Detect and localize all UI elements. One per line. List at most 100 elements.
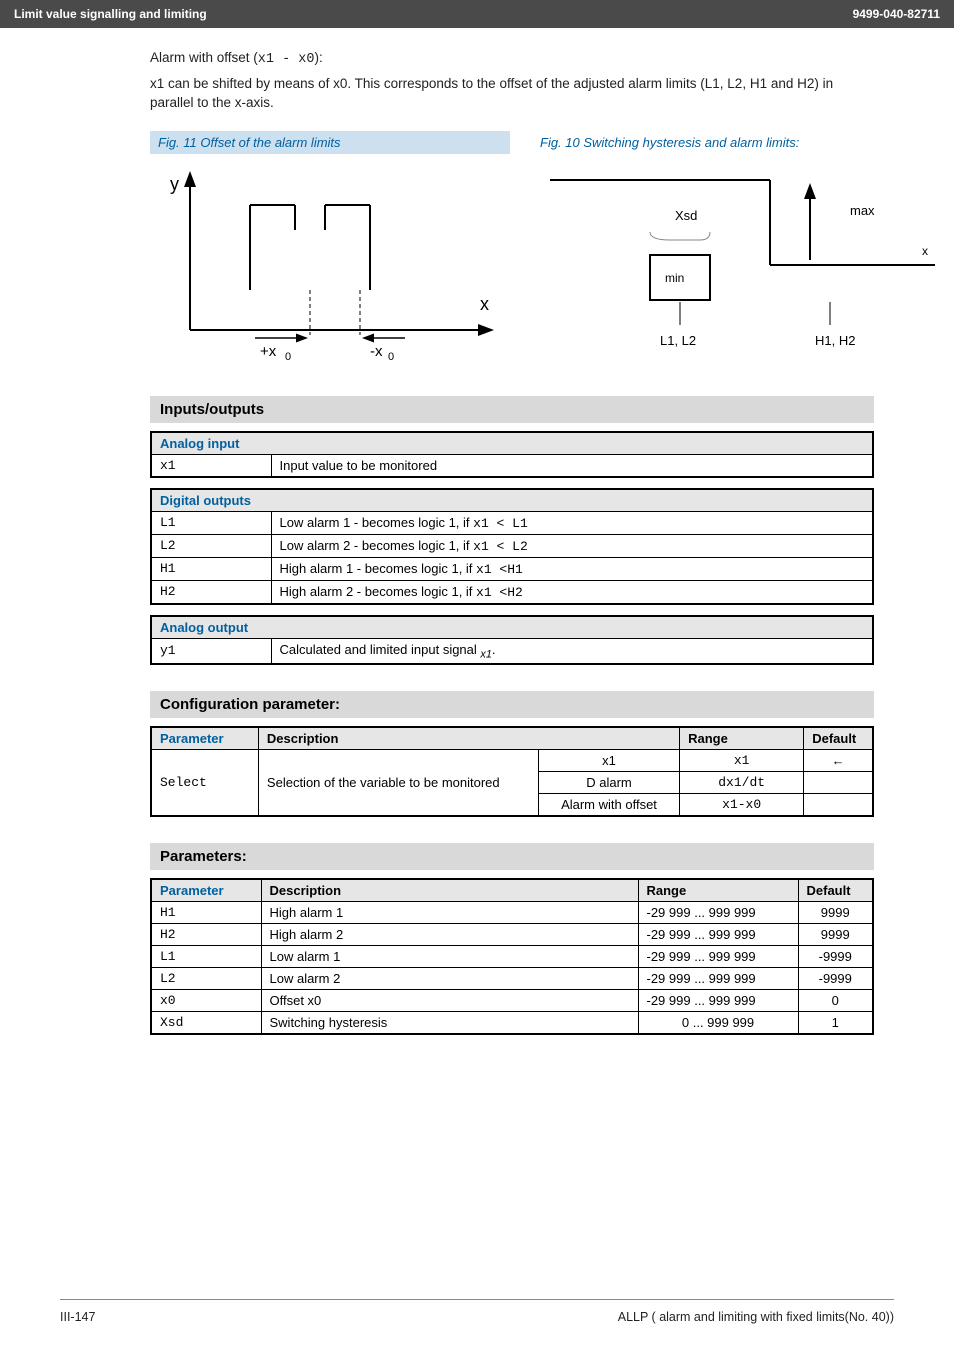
header-right: 9499-040-82711: [853, 7, 940, 21]
do-key-0: L1: [151, 511, 271, 534]
do-key-1: L2: [151, 534, 271, 557]
cfg-def-2: [804, 794, 873, 817]
cfg-param: Select: [151, 750, 258, 817]
pm-key-0: H1: [151, 902, 261, 924]
fig11-plusx: +x: [260, 343, 277, 360]
pm-desc-4: Offset x0: [261, 990, 638, 1012]
cfg-opt-0: x1: [538, 750, 679, 772]
pm-desc-1: High alarm 2: [261, 924, 638, 946]
fig11-minusx: -x: [370, 343, 383, 360]
pm-key-2: L1: [151, 946, 261, 968]
pm-range-4: -29 999 ... 999 999: [638, 990, 798, 1012]
do-cond-1: x1 < L2: [473, 539, 528, 554]
do-key-2: H1: [151, 557, 271, 580]
pm-h-def: Default: [798, 879, 873, 902]
fig10-xsd: Xsd: [675, 208, 697, 223]
cfg-h-desc: Description: [258, 727, 679, 750]
figure-10: Fig. 10 Switching hysteresis and alarm l…: [540, 131, 940, 370]
cfg-h-param: Parameter: [151, 727, 258, 750]
do-pre-3: High alarm 2 - becomes logic 1, if: [280, 584, 477, 599]
do-pre-2: High alarm 1 - becomes logic 1, if: [280, 561, 477, 576]
fig11-zero1: 0: [285, 351, 291, 360]
ao-sub: x1: [480, 648, 491, 660]
fig11-svg: y x +x 0 -x 0: [150, 160, 510, 360]
pm-def-4: 0: [798, 990, 873, 1012]
cfg-desc: Selection of the variable to be monitore…: [258, 750, 538, 817]
fig11-y: y: [170, 174, 179, 194]
cfg-range-2: x1-x0: [680, 794, 804, 817]
do-desc-2: High alarm 1 - becomes logic 1, if x1 <H…: [271, 557, 873, 580]
do-cond-3: x1 <H2: [476, 585, 523, 600]
section-config: Configuration parameter:: [150, 691, 874, 718]
pm-range-0: -29 999 ... 999 999: [638, 902, 798, 924]
table-analog-output: Analog output y1 Calculated and limited …: [150, 615, 874, 666]
intro-line1b: ):: [315, 50, 323, 65]
analog-output-title: Analog output: [151, 616, 873, 639]
fig10-min: min: [665, 271, 684, 285]
cfg-h-range: Range: [680, 727, 804, 750]
pm-range-3: -29 999 ... 999 999: [638, 968, 798, 990]
intro-line1a: Alarm with offset (: [150, 50, 258, 65]
analog-output-desc: Calculated and limited input signal x1.: [271, 638, 873, 664]
digital-outputs-title: Digital outputs: [151, 489, 873, 512]
cfg-opt-2: Alarm with offset: [538, 794, 679, 817]
cfg-def-0: ←: [804, 750, 873, 772]
do-desc-3: High alarm 2 - becomes logic 1, if x1 <H…: [271, 580, 873, 604]
footer-right: ALLP ( alarm and limiting with fixed lim…: [618, 1310, 894, 1324]
fig10-h1h2: H1, H2: [815, 333, 855, 348]
do-key-3: H2: [151, 580, 271, 604]
cfg-h-def: Default: [804, 727, 873, 750]
ao-desc-text: Calculated and limited input signal: [280, 642, 481, 657]
fig10-x: x: [922, 244, 928, 258]
page-header: Limit value signalling and limiting 9499…: [0, 0, 954, 28]
do-cond-0: x1 < L1: [473, 516, 528, 531]
pm-range-2: -29 999 ... 999 999: [638, 946, 798, 968]
table-params: Parameter Description Range Default H1 H…: [150, 878, 874, 1035]
pm-desc-3: Low alarm 2: [261, 968, 638, 990]
fig10-max: max: [850, 203, 875, 218]
pm-h-range: Range: [638, 879, 798, 902]
analog-input-title: Analog input: [151, 432, 873, 455]
table-config: Parameter Description Range Default Sele…: [150, 726, 874, 817]
analog-output-key: y1: [151, 638, 271, 664]
pm-def-1: 9999: [798, 924, 873, 946]
cfg-def-1: [804, 772, 873, 794]
pm-desc-0: High alarm 1: [261, 902, 638, 924]
fig11-zero2: 0: [388, 351, 394, 360]
figure-11: Fig. 11 Offset of the alarm limits y x: [150, 131, 510, 370]
pm-def-3: -9999: [798, 968, 873, 990]
intro-line2: x1 can be shifted by means of x0. This c…: [150, 74, 874, 113]
pm-key-5: Xsd: [151, 1012, 261, 1035]
cfg-range-1: dx1/dt: [680, 772, 804, 794]
fig10-svg: max x Xsd min L1, L2 H1, H2: [540, 160, 940, 370]
section-params: Parameters:: [150, 843, 874, 870]
intro-offset-expr: x1 - x0: [258, 52, 315, 67]
analog-input-key: x1: [151, 454, 271, 477]
cfg-range-0: x1: [680, 750, 804, 772]
pm-key-1: H2: [151, 924, 261, 946]
pm-range-1: -29 999 ... 999 999: [638, 924, 798, 946]
fig11-x: x: [480, 294, 489, 314]
pm-h-param: Parameter: [151, 879, 261, 902]
cfg-opt-1: D alarm: [538, 772, 679, 794]
pm-def-2: -9999: [798, 946, 873, 968]
footer-left: III-147: [60, 1310, 95, 1324]
page-footer: III-147 ALLP ( alarm and limiting with f…: [60, 1299, 894, 1324]
do-desc-1: Low alarm 2 - becomes logic 1, if x1 < L…: [271, 534, 873, 557]
fig11-caption: Fig. 11 Offset of the alarm limits: [150, 131, 510, 154]
analog-input-desc: Input value to be monitored: [271, 454, 873, 477]
do-desc-0: Low alarm 1 - becomes logic 1, if x1 < L…: [271, 511, 873, 534]
pm-desc-2: Low alarm 1: [261, 946, 638, 968]
pm-h-desc: Description: [261, 879, 638, 902]
do-cond-2: x1 <H1: [476, 562, 523, 577]
header-left: Limit value signalling and limiting: [14, 7, 207, 21]
pm-key-3: L2: [151, 968, 261, 990]
fig10-caption: Fig. 10 Switching hysteresis and alarm l…: [540, 131, 940, 154]
pm-def-5: 1: [798, 1012, 873, 1035]
intro-block: Alarm with offset (x1 - x0): x1 can be s…: [60, 48, 894, 113]
pm-range-5: 0 ... 999 999: [638, 1012, 798, 1035]
do-pre-1: Low alarm 2 - becomes logic 1, if: [280, 538, 474, 553]
pm-def-0: 9999: [798, 902, 873, 924]
table-digital-outputs: Digital outputs L1 Low alarm 1 - becomes…: [150, 488, 874, 605]
fig10-l1l2: L1, L2: [660, 333, 696, 348]
